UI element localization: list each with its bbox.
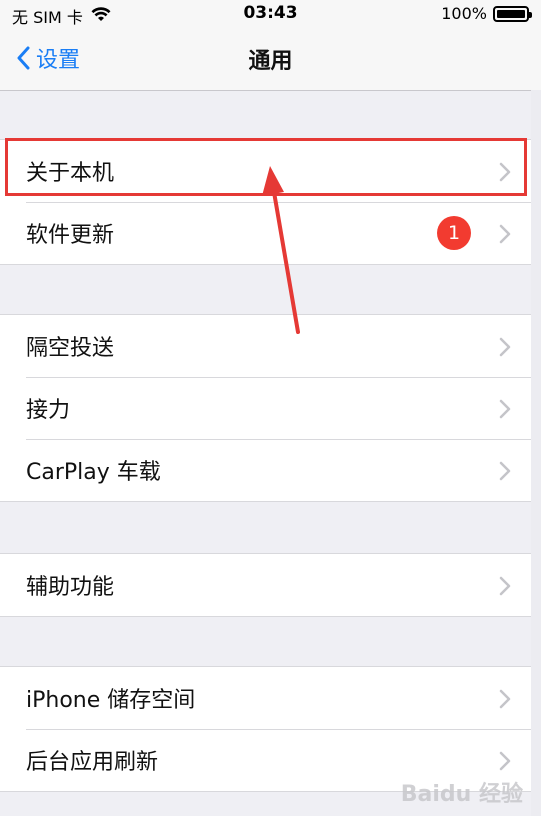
- chevron-right-icon: [499, 162, 511, 182]
- row-accessibility[interactable]: 辅助功能: [0, 554, 531, 616]
- battery-percent: 100%: [441, 4, 487, 23]
- status-right: 100%: [441, 4, 532, 23]
- settings-group-4: iPhone 储存空间 后台应用刷新: [0, 666, 531, 792]
- row-label: 接力: [26, 398, 71, 423]
- row-label: 隔空投送: [26, 336, 115, 361]
- page-title: 通用: [248, 49, 293, 74]
- row-label: 软件更新: [26, 223, 115, 248]
- row-label: 辅助功能: [26, 575, 115, 600]
- row-airdrop[interactable]: 隔空投送: [0, 315, 531, 377]
- chevron-right-icon: [499, 337, 511, 357]
- watermark: Baidu 经验: [400, 782, 523, 807]
- row-label: iPhone 储存空间: [26, 688, 196, 713]
- chevron-right-icon: [499, 576, 511, 596]
- chevron-right-icon: [499, 224, 511, 244]
- battery-icon: [493, 5, 532, 22]
- row-about[interactable]: 关于本机: [0, 140, 531, 202]
- row-iphone-storage[interactable]: iPhone 储存空间: [0, 667, 531, 729]
- row-software-update[interactable]: 软件更新 1: [0, 202, 531, 264]
- chevron-right-icon: [499, 461, 511, 481]
- right-edge-strip: [531, 90, 541, 816]
- settings-group-2: 隔空投送 接力 CarPlay 车载: [0, 314, 531, 502]
- update-badge: 1: [437, 216, 471, 250]
- row-label: 关于本机: [26, 161, 115, 186]
- chevron-right-icon: [499, 399, 511, 419]
- row-handoff[interactable]: 接力: [0, 377, 531, 439]
- row-label: CarPlay 车载: [26, 460, 161, 485]
- chevron-right-icon: [499, 689, 511, 709]
- settings-group-3: 辅助功能: [0, 553, 531, 617]
- chevron-right-icon: [499, 751, 511, 771]
- row-carplay[interactable]: CarPlay 车载: [0, 439, 531, 501]
- status-bar: 无 SIM 卡 03:43 100%: [0, 0, 541, 28]
- navigation-bar: 设置 通用: [0, 28, 541, 91]
- row-label: 后台应用刷新: [26, 750, 159, 775]
- settings-group-1: 关于本机 软件更新 1: [0, 139, 531, 265]
